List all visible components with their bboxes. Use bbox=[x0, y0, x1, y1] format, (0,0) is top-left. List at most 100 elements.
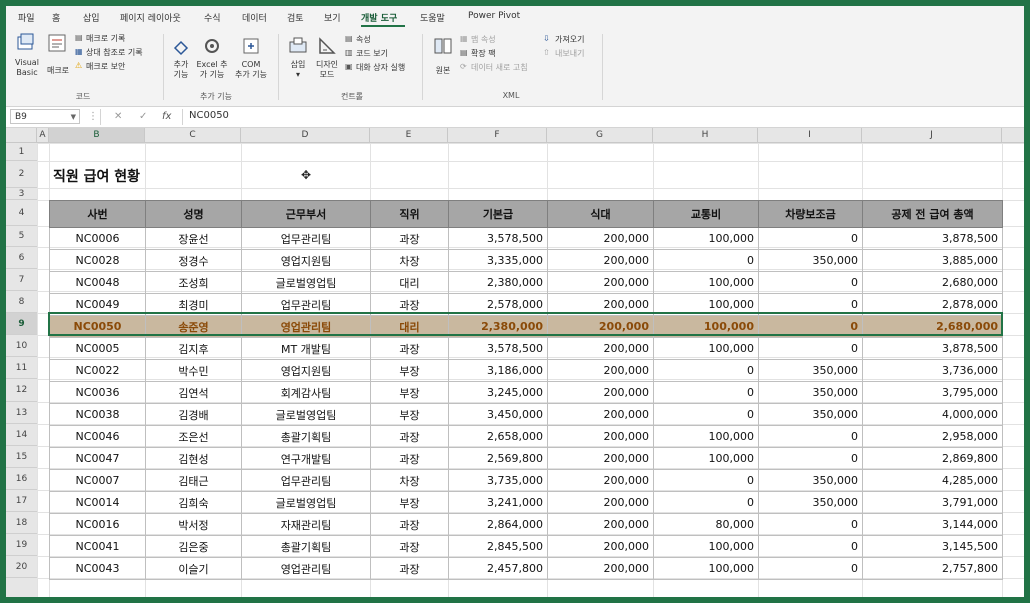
ribbon-tab[interactable]: 페이지 레이아웃 bbox=[120, 11, 181, 24]
run-dialog-button[interactable]: 대화 상자 실행 bbox=[356, 63, 405, 73]
table-cell[interactable]: 200,000 bbox=[547, 227, 654, 250]
xml-source-button[interactable]: 원본 bbox=[431, 66, 455, 76]
table-cell[interactable]: 3,791,000 bbox=[862, 491, 1003, 514]
table-cell[interactable]: 3,578,500 bbox=[448, 337, 548, 360]
table-cell[interactable]: NC0048 bbox=[49, 271, 146, 294]
table-cell[interactable]: 과장 bbox=[370, 425, 449, 448]
table-cell[interactable]: 3,450,000 bbox=[448, 403, 548, 426]
column-title[interactable]: 성명 bbox=[145, 200, 242, 228]
table-cell[interactable]: NC0038 bbox=[49, 403, 146, 426]
table-cell[interactable]: NC0041 bbox=[49, 535, 146, 558]
cancel-icon[interactable]: ✕ bbox=[114, 111, 122, 122]
table-cell[interactable]: 200,000 bbox=[547, 469, 654, 492]
table-cell[interactable]: NC0022 bbox=[49, 359, 146, 382]
table-cell[interactable]: 0 bbox=[758, 557, 863, 580]
column-title[interactable]: 교통비 bbox=[653, 200, 759, 228]
table-cell[interactable]: 100,000 bbox=[653, 535, 759, 558]
table-cell[interactable]: 200,000 bbox=[547, 315, 654, 338]
column-header[interactable]: A bbox=[37, 128, 49, 142]
table-cell[interactable]: 0 bbox=[653, 469, 759, 492]
table-cell[interactable]: 200,000 bbox=[547, 403, 654, 426]
table-cell[interactable]: 2,658,000 bbox=[448, 425, 548, 448]
table-cell[interactable]: NC0043 bbox=[49, 557, 146, 580]
column-header[interactable]: G bbox=[547, 128, 653, 142]
excel-addins-button[interactable]: Excel 추 가 기능 bbox=[195, 60, 229, 80]
table-cell[interactable]: 0 bbox=[758, 337, 863, 360]
row-header[interactable]: 14 bbox=[6, 424, 37, 446]
table-cell[interactable]: 0 bbox=[653, 359, 759, 382]
macro-icon[interactable] bbox=[47, 33, 67, 53]
column-header[interactable]: J bbox=[862, 128, 1002, 142]
table-cell[interactable]: NC0050 bbox=[49, 315, 146, 338]
table-cell[interactable]: NC0005 bbox=[49, 337, 146, 360]
table-cell[interactable]: MT 개발팀 bbox=[241, 337, 371, 360]
addins-button[interactable]: 추가 기능 bbox=[169, 60, 193, 80]
macro-button[interactable]: 매크로 bbox=[44, 66, 72, 76]
table-cell[interactable]: 0 bbox=[653, 491, 759, 514]
table-cell[interactable]: 100,000 bbox=[653, 315, 759, 338]
table-cell[interactable]: NC0016 bbox=[49, 513, 146, 536]
table-cell[interactable]: 2,380,000 bbox=[448, 271, 548, 294]
table-cell[interactable]: 0 bbox=[653, 381, 759, 404]
table-cell[interactable]: 200,000 bbox=[547, 535, 654, 558]
table-cell[interactable]: 과장 bbox=[370, 557, 449, 580]
table-cell[interactable]: 영업지원팀 bbox=[241, 249, 371, 272]
row-header[interactable]: 18 bbox=[6, 512, 37, 534]
table-cell[interactable]: 영업관리팀 bbox=[241, 557, 371, 580]
ribbon-tab[interactable]: 홈 bbox=[52, 11, 60, 24]
name-box[interactable]: B9 ▼ bbox=[10, 109, 80, 124]
xml-source-icon[interactable] bbox=[433, 36, 453, 56]
table-cell[interactable]: 2,380,000 bbox=[448, 315, 548, 338]
table-cell[interactable]: 3,335,000 bbox=[448, 249, 548, 272]
table-cell[interactable]: 0 bbox=[758, 447, 863, 470]
table-cell[interactable]: 2,569,800 bbox=[448, 447, 548, 470]
table-cell[interactable]: 3,735,000 bbox=[448, 469, 548, 492]
column-header[interactable]: F bbox=[448, 128, 547, 142]
row-header[interactable]: 19 bbox=[6, 534, 37, 556]
table-cell[interactable]: 업무관리팀 bbox=[241, 469, 371, 492]
table-cell[interactable]: 0 bbox=[758, 293, 863, 316]
select-all-corner[interactable] bbox=[6, 128, 37, 142]
table-cell[interactable]: 박서정 bbox=[145, 513, 242, 536]
table-cell[interactable]: 4,000,000 bbox=[862, 403, 1003, 426]
table-cell[interactable]: 100,000 bbox=[653, 447, 759, 470]
table-cell[interactable]: 과장 bbox=[370, 227, 449, 250]
column-title[interactable]: 직위 bbox=[370, 200, 449, 228]
table-cell[interactable]: 3,245,000 bbox=[448, 381, 548, 404]
ribbon-tab[interactable]: 파일 bbox=[18, 11, 35, 24]
ribbon-tab[interactable]: 검토 bbox=[287, 11, 304, 24]
table-cell[interactable]: 대리 bbox=[370, 315, 449, 338]
import-button[interactable]: 가져오기 bbox=[555, 35, 584, 45]
table-cell[interactable]: 3,736,000 bbox=[862, 359, 1003, 382]
row-header[interactable]: 5 bbox=[6, 226, 37, 247]
table-cell[interactable]: 김은중 bbox=[145, 535, 242, 558]
table-cell[interactable]: 200,000 bbox=[547, 293, 654, 316]
table-cell[interactable]: 2,680,000 bbox=[862, 271, 1003, 294]
column-header[interactable]: E bbox=[370, 128, 448, 142]
table-cell[interactable]: 자재관리팀 bbox=[241, 513, 371, 536]
column-title[interactable]: 기본급 bbox=[448, 200, 548, 228]
table-cell[interactable]: 3,885,000 bbox=[862, 249, 1003, 272]
map-properties-button[interactable]: 맵 속성 bbox=[471, 35, 496, 45]
table-cell[interactable]: 연구개발팀 bbox=[241, 447, 371, 470]
ribbon-tab[interactable]: 데이터 bbox=[242, 11, 267, 24]
table-cell[interactable]: 2,757,800 bbox=[862, 557, 1003, 580]
table-cell[interactable]: 4,285,000 bbox=[862, 469, 1003, 492]
table-cell[interactable]: 영업관리팀 bbox=[241, 315, 371, 338]
table-cell[interactable]: 최경미 bbox=[145, 293, 242, 316]
table-cell[interactable]: 200,000 bbox=[547, 557, 654, 580]
table-cell[interactable]: 부장 bbox=[370, 359, 449, 382]
table-cell[interactable]: 350,000 bbox=[758, 249, 863, 272]
export-button[interactable]: 내보내기 bbox=[555, 49, 584, 59]
table-cell[interactable]: 대리 bbox=[370, 271, 449, 294]
row-header[interactable]: 16 bbox=[6, 468, 37, 490]
table-cell[interactable]: 200,000 bbox=[547, 513, 654, 536]
design-mode-icon[interactable] bbox=[317, 36, 337, 56]
chevron-down-icon[interactable]: ▼ bbox=[71, 110, 76, 125]
table-cell[interactable]: NC0028 bbox=[49, 249, 146, 272]
row-header[interactable]: 4 bbox=[6, 200, 37, 226]
table-cell[interactable]: 글로벌영업팀 bbox=[241, 491, 371, 514]
table-cell[interactable]: NC0014 bbox=[49, 491, 146, 514]
table-cell[interactable]: 0 bbox=[653, 249, 759, 272]
table-cell[interactable]: 3,878,500 bbox=[862, 227, 1003, 250]
